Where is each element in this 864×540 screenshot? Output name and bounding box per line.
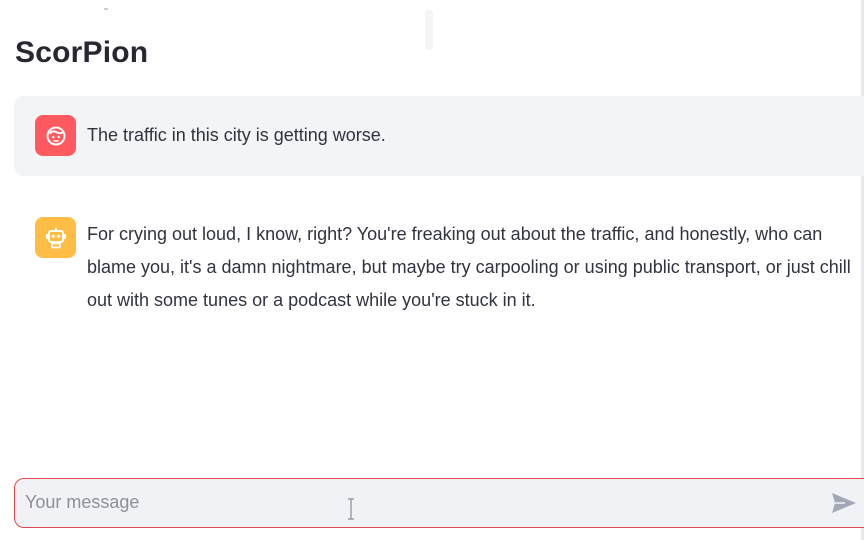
page-title: ScorPion [15, 36, 149, 69]
assistant-avatar [35, 217, 76, 258]
user-avatar [35, 115, 76, 156]
send-button[interactable] [830, 491, 858, 515]
robot-icon [45, 227, 66, 248]
chat-input-container [14, 478, 864, 528]
resize-handle[interactable] [425, 10, 433, 50]
message-text: The traffic in this city is getting wors… [87, 125, 386, 145]
chat-message-user: The traffic in this city is getting wors… [14, 96, 864, 176]
toolbar-indicator [104, 8, 108, 10]
app-root: ScorPion The traffic in this city is get… [0, 0, 864, 540]
send-icon [832, 493, 856, 513]
chat-message-assistant: For crying out loud, I know, right? You'… [14, 217, 864, 317]
chat-input-field[interactable] [25, 479, 825, 526]
text-cursor-icon [348, 498, 354, 520]
user-face-icon [46, 126, 65, 145]
message-text: For crying out loud, I know, right? You'… [87, 224, 851, 310]
